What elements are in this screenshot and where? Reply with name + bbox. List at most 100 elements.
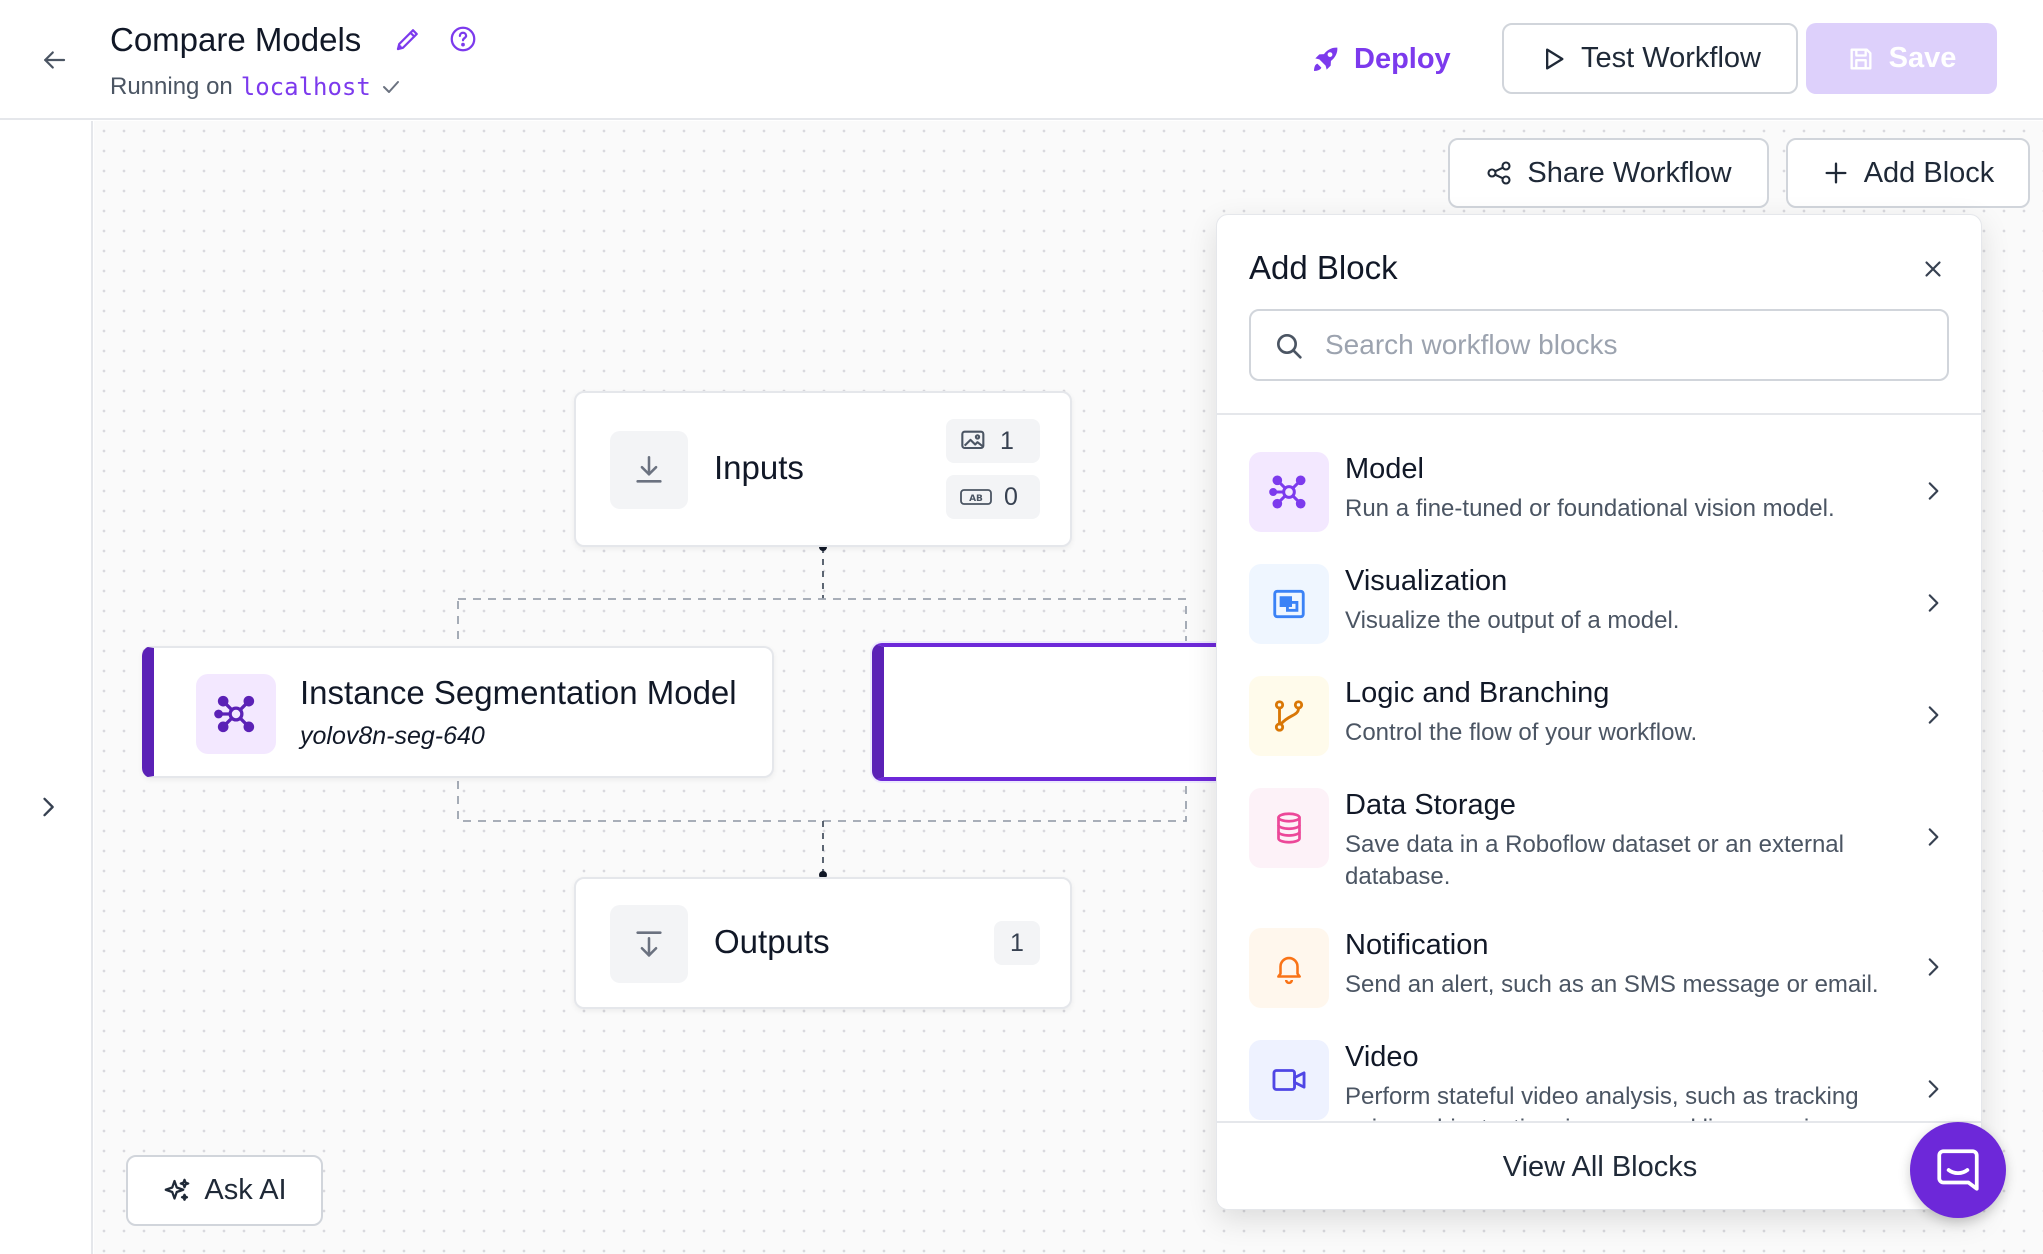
check-icon (382, 81, 399, 93)
panel-title: Add Block (1249, 249, 1398, 286)
category-notification-icon-box (1249, 928, 1329, 1008)
chevron-right-icon (1917, 699, 1949, 731)
share-workflow-label: Share Workflow (1527, 156, 1732, 189)
test-workflow-label: Test Workflow (1581, 42, 1761, 74)
outputs-icon-box (610, 905, 688, 983)
chevron-right-icon (1917, 475, 1949, 507)
share-workflow-button[interactable]: Share Workflow (1448, 138, 1769, 208)
image-input-count: 1 (1000, 426, 1014, 455)
chevron-right-icon (43, 797, 54, 817)
export-down-icon (636, 931, 662, 957)
category-data-storage-description: Save data in a Roboflow dataset or an ex… (1345, 831, 1844, 890)
app-header: Compare Models Running on localhost Depl… (0, 0, 2043, 120)
share-icon (1487, 161, 1511, 185)
outputs-count-badge: 1 (994, 921, 1040, 965)
model-node-name: Instance Segmentation Model (300, 674, 737, 711)
close-icon (1925, 261, 1941, 277)
play-icon (1546, 48, 1564, 70)
category-data-storage-icon-box (1249, 788, 1329, 868)
deploy-label: Deploy (1354, 42, 1451, 75)
category-video-description: Perform stateful video analysis, such as… (1345, 1083, 1859, 1121)
category-video-icon-box (1249, 1040, 1329, 1120)
category-logic-icon-box (1249, 676, 1329, 756)
left-sidebar-collapsed (0, 121, 93, 1254)
outputs-count: 1 (1010, 928, 1024, 957)
chat-support-button[interactable] (1910, 1122, 2006, 1218)
image-icon (961, 430, 985, 450)
expand-sidebar-button[interactable] (30, 789, 66, 825)
sparkles-icon (165, 1178, 190, 1201)
model-node-id: yolov8n-seg-640 (300, 722, 485, 750)
branch-icon (1274, 700, 1304, 732)
category-model-icon-box (1249, 452, 1329, 532)
add-block-panel: Add Block Model Run a fine-tuned or foun… (1216, 214, 1982, 1210)
bell-icon (1277, 956, 1301, 985)
category-notification-name: Notification (1345, 929, 1489, 961)
save-label: Save (1888, 42, 1957, 74)
text-parameter-icon: AB (960, 489, 992, 505)
model-icon (214, 695, 255, 733)
chevron-right-icon (1917, 821, 1949, 853)
category-video[interactable]: Video Perform stateful video analysis, s… (1217, 1025, 1981, 1121)
category-video-name: Video (1345, 1041, 1419, 1073)
category-model-name: Model (1345, 453, 1424, 485)
category-notification-description: Send an alert, such as an SMS message or… (1345, 971, 1879, 998)
question-circle-icon (450, 26, 476, 52)
close-panel-button[interactable] (1917, 253, 1949, 285)
host-name: localhost (240, 73, 371, 101)
outputs-label: Outputs (714, 923, 830, 960)
chat-icon (1937, 1149, 1979, 1191)
chevron-right-icon (1917, 587, 1949, 619)
inputs-icon-box (610, 431, 688, 509)
video-icon (1272, 1069, 1306, 1091)
floppy-disk-icon (1850, 48, 1872, 70)
add-block-label: Add Block (1863, 156, 1995, 189)
model-icon (1269, 475, 1306, 509)
new-block-placeholder-node[interactable] (872, 643, 1232, 781)
edit-title-button[interactable] (393, 24, 425, 56)
help-button[interactable] (448, 24, 480, 56)
rocket-icon (1314, 47, 1338, 71)
image-input-badge: 1 (946, 419, 1040, 463)
test-workflow-button[interactable]: Test Workflow (1502, 23, 1798, 94)
deploy-button[interactable]: Deploy (1310, 36, 1451, 82)
instance-segmentation-node[interactable]: Instance Segmentation Model yolov8n-seg-… (142, 646, 774, 778)
category-logic-branching[interactable]: Logic and Branching Control the flow of … (1217, 661, 1981, 761)
inputs-node[interactable]: Inputs 1 AB 0 (574, 391, 1072, 547)
chevron-right-icon (1917, 951, 1949, 983)
search-icon (1277, 334, 1302, 359)
pencil-icon (396, 29, 418, 51)
search-input[interactable] (1325, 319, 1925, 371)
ask-ai-label: Ask AI (204, 1174, 287, 1206)
category-model[interactable]: Model Run a fine-tuned or foundational v… (1217, 437, 1981, 537)
arrow-left-icon (44, 51, 66, 69)
chevron-right-icon (1917, 1073, 1949, 1105)
category-data-storage[interactable]: Data Storage Save data in a Roboflow dat… (1217, 773, 1981, 897)
panel-divider (1217, 413, 1981, 415)
visualization-icon (1273, 589, 1305, 619)
ask-ai-button[interactable]: Ask AI (126, 1155, 323, 1226)
svg-text:AB: AB (969, 494, 983, 504)
running-prefix: Running on (110, 73, 233, 100)
block-search (1249, 309, 1949, 381)
category-visualization[interactable]: Visualization Visualize the output of a … (1217, 549, 1981, 649)
category-model-description: Run a fine-tuned or foundational vision … (1345, 495, 1835, 522)
download-icon (636, 455, 662, 483)
category-notification[interactable]: Notification Send an alert, such as an S… (1217, 913, 1981, 1013)
back-button[interactable] (36, 42, 72, 78)
inputs-label: Inputs (714, 449, 804, 486)
save-button[interactable]: Save (1806, 23, 1997, 94)
database-icon (1277, 812, 1301, 844)
category-logic-name: Logic and Branching (1345, 677, 1610, 709)
plus-icon (1825, 162, 1847, 184)
add-block-button[interactable]: Add Block (1786, 138, 2030, 208)
view-all-blocks-button[interactable]: View All Blocks (1217, 1121, 1981, 1209)
running-status: Running on localhost (110, 72, 403, 102)
parameter-input-count: 0 (1004, 482, 1018, 511)
category-logic-description: Control the flow of your workflow. (1345, 719, 1698, 746)
outputs-node[interactable]: Outputs 1 (574, 877, 1072, 1009)
model-node-icon-box (196, 674, 276, 754)
category-visualization-name: Visualization (1345, 565, 1508, 597)
parameter-input-badge: AB 0 (946, 475, 1040, 519)
category-data-storage-name: Data Storage (1345, 789, 1516, 821)
